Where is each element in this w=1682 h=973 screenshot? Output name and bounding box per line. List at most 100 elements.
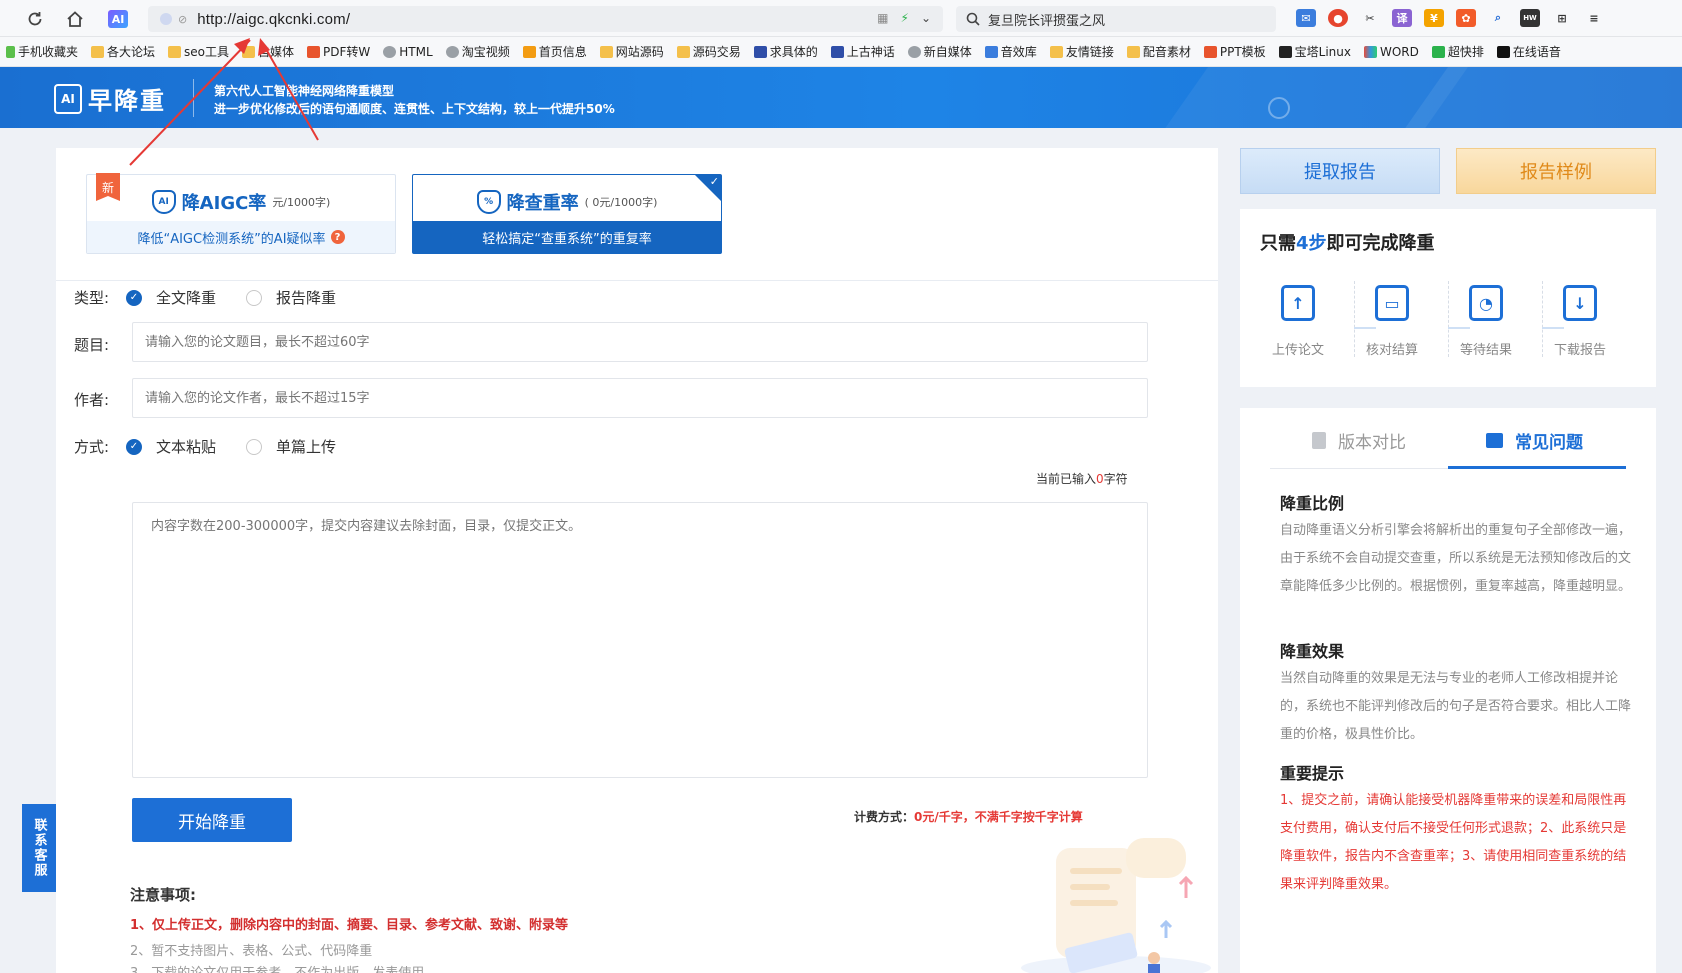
- download-icon: ↓: [1563, 285, 1597, 321]
- chevron-down-icon[interactable]: ⌄: [921, 11, 931, 25]
- url-text[interactable]: http://aigc.qkcnki.com/: [197, 11, 350, 28]
- contact-support-tab[interactable]: 联系客服: [22, 804, 56, 892]
- bookmark-item[interactable]: 首页信息: [522, 43, 587, 60]
- qr-code-icon[interactable]: ▦: [877, 11, 888, 25]
- radio-label: 报告降重: [276, 289, 337, 307]
- step-download: ↓ 下载报告: [1540, 285, 1620, 358]
- game-icon[interactable]: ✿: [1456, 9, 1476, 27]
- start-reduction-button[interactable]: 开始降重: [132, 798, 292, 842]
- site-icon: [522, 45, 536, 58]
- aigc-reduction-card[interactable]: 新 AI 降AIGC率 元/1000字) 降低“AIGC检测系统”的AI疑似率 …: [86, 173, 396, 254]
- steps-title-count: 4步: [1296, 233, 1327, 254]
- search-text[interactable]: 复旦院长评掼蛋之风: [988, 10, 1105, 29]
- address-bar[interactable]: ⊘ http://aigc.qkcnki.com/ ▦ ⚡ ⌄: [148, 6, 943, 32]
- bookmark-item[interactable]: 宝塔Linux: [1278, 43, 1351, 60]
- tab-version-compare[interactable]: 版本对比: [1312, 428, 1406, 453]
- folder-icon: [168, 45, 182, 58]
- duplicate-reduction-card[interactable]: ✓ % 降查重率 ( 0元/1000字) 轻松搞定“查重系统”的重复率: [412, 174, 722, 254]
- radio-single-upload[interactable]: 单篇上传: [246, 436, 336, 457]
- document-illustration: [1021, 838, 1211, 973]
- ai-shield-icon: AI: [151, 190, 176, 214]
- apps-grid-icon[interactable]: ⊞: [1552, 9, 1572, 27]
- radio-full-text[interactable]: ✓ 全文降重: [126, 287, 216, 308]
- tab-faq[interactable]: 常见问题: [1486, 428, 1583, 453]
- bookmark-item[interactable]: 淘宝视频: [445, 43, 510, 60]
- menu-icon[interactable]: ≡: [1584, 9, 1604, 27]
- extract-report-button[interactable]: 提取报告: [1240, 148, 1440, 194]
- mail-icon[interactable]: ✉: [1296, 9, 1316, 27]
- bookmark-label: 自媒体: [258, 45, 295, 59]
- bookmark-folder[interactable]: 各大论坛: [91, 43, 155, 60]
- checkout-icon: ▭: [1375, 285, 1409, 321]
- report-sample-button[interactable]: 报告样例: [1456, 148, 1656, 194]
- folder-icon: [242, 45, 256, 58]
- bookmark-label: 各大论坛: [107, 45, 156, 59]
- step-label: 等待结果: [1459, 343, 1512, 358]
- bookmark-item[interactable]: PPT模板: [1203, 43, 1266, 60]
- radio-report[interactable]: 报告降重: [246, 287, 336, 308]
- bookmark-item[interactable]: 手机收藏夹: [6, 43, 78, 60]
- hwp-extension-icon[interactable]: HW: [1520, 9, 1540, 27]
- help-icon[interactable]: ?: [330, 230, 345, 244]
- bookmarks-bar: 手机收藏夹 各大论坛 seo工具 自媒体 PDF转W HTML 淘宝视频 首页信…: [0, 37, 1682, 67]
- bookmark-label: PDF转W: [323, 45, 371, 59]
- bookmark-label: 配音素材: [1142, 45, 1191, 59]
- bookmark-folder[interactable]: 自媒体: [242, 43, 294, 60]
- ai-assistant-icon[interactable]: AI: [108, 10, 128, 28]
- speed-mode-icon[interactable]: ⚡: [901, 11, 909, 25]
- bookmark-folder[interactable]: 网站源码: [599, 43, 664, 60]
- bookmark-folder[interactable]: 源码交易: [676, 43, 741, 60]
- bookmark-folder[interactable]: seo工具: [168, 43, 229, 60]
- content-textarea[interactable]: [132, 502, 1148, 778]
- translate-icon[interactable]: 译: [1392, 9, 1412, 27]
- bookmark-item[interactable]: 超快排: [1431, 43, 1484, 60]
- bookmark-item[interactable]: 求具体的: [753, 43, 818, 60]
- upload-icon: ↑: [1281, 285, 1315, 321]
- bookmark-label: 宝塔Linux: [1294, 45, 1351, 59]
- bookmark-item[interactable]: HTML: [383, 45, 433, 59]
- site-logo[interactable]: AI 早降重: [54, 81, 166, 116]
- ai-icon: [1496, 45, 1510, 58]
- bookmark-folder[interactable]: 友情链接: [1049, 43, 1114, 60]
- search-box[interactable]: 复旦院长评掼蛋之风: [956, 6, 1276, 32]
- card-price: 元/1000字): [272, 196, 331, 209]
- bookmark-item[interactable]: 音效库: [984, 43, 1037, 60]
- bookmark-item[interactable]: 在线语音: [1496, 43, 1561, 60]
- title-input[interactable]: [132, 322, 1148, 362]
- globe-icon: [907, 45, 921, 58]
- section-divider: [56, 280, 1218, 281]
- shield-extension-icon[interactable]: ¥: [1424, 9, 1444, 27]
- bookmark-item[interactable]: 上古神话: [830, 43, 895, 60]
- radio-paste-text[interactable]: ✓ 文本粘贴: [126, 436, 216, 457]
- clock-icon: ◔: [1469, 285, 1503, 321]
- logo-icon: AI: [54, 83, 82, 114]
- author-input[interactable]: [132, 378, 1148, 418]
- bookmark-item[interactable]: WORD: [1364, 45, 1419, 59]
- bookmark-label: WORD: [1380, 44, 1419, 59]
- author-label: 作者:: [74, 391, 110, 409]
- site-info-icon[interactable]: [160, 13, 172, 25]
- card-title: 降AIGC率: [181, 193, 267, 214]
- bookmark-label: 新自媒体: [923, 45, 972, 59]
- audio-icon: [984, 45, 998, 58]
- main-panel: 新 AI 降AIGC率 元/1000字) 降低“AIGC检测系统”的AI疑似率 …: [56, 148, 1218, 973]
- folder-icon: [599, 45, 613, 58]
- magnifier-extension-icon[interactable]: ⌕: [1488, 9, 1508, 27]
- faq-heading: 重要提示: [1280, 764, 1345, 783]
- bookmark-item[interactable]: PDF转W: [307, 43, 370, 60]
- bookmark-folder[interactable]: 配音素材: [1126, 43, 1191, 60]
- steps-title: 只需4步即可完成降重: [1260, 229, 1435, 255]
- reload-icon[interactable]: [24, 8, 46, 30]
- faq-body: 1、提交之前，请确认能接受机器降重带来的误差和局限性再支付费用，确认支付后不接受…: [1280, 793, 1627, 892]
- logo-divider: [193, 79, 194, 117]
- ppt-icon: [1203, 45, 1217, 58]
- card-subtitle: 轻松搞定“查重系统”的重复率: [482, 231, 652, 247]
- logo-text: 早降重: [88, 87, 166, 115]
- bookmark-label: 网站源码: [615, 45, 664, 59]
- bookmark-item[interactable]: 新自媒体: [907, 43, 972, 60]
- weibo-icon[interactable]: ●: [1328, 9, 1348, 27]
- screenshot-icon[interactable]: ✂: [1360, 9, 1380, 27]
- home-icon[interactable]: [64, 8, 86, 30]
- person-icon: [1431, 45, 1445, 58]
- step-upload: ↑ 上传论文: [1258, 285, 1338, 358]
